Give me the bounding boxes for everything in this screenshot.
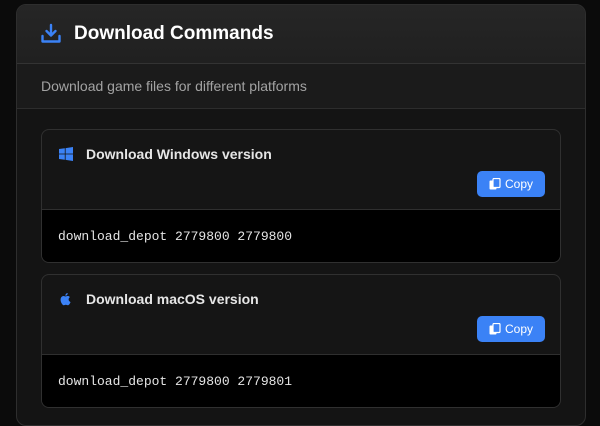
windows-icon bbox=[59, 147, 73, 161]
copy-button[interactable]: Copy bbox=[477, 171, 545, 197]
page-subtitle: Download game files for different platfo… bbox=[41, 78, 307, 94]
panel-header: Download Commands bbox=[17, 5, 585, 64]
command-card-macos: Download macOS version Copy download_dep… bbox=[41, 274, 561, 408]
card-title-row: Download macOS version bbox=[59, 291, 259, 307]
page-title: Download Commands bbox=[74, 23, 274, 44]
copy-button-label: Copy bbox=[504, 177, 533, 191]
command-code-block: download_depot 2779800 2779801 bbox=[42, 355, 560, 407]
command-text: download_depot 2779800 2779801 bbox=[58, 373, 293, 389]
copy-button-label: Copy bbox=[504, 322, 533, 336]
command-code-block: download_depot 2779800 2779800 bbox=[42, 210, 560, 262]
download-commands-panel: Download Commands Download game files fo… bbox=[16, 4, 586, 426]
card-title: Download Windows version bbox=[86, 146, 272, 162]
copy-icon bbox=[489, 178, 501, 190]
apple-icon bbox=[59, 292, 73, 306]
command-text: download_depot 2779800 2779800 bbox=[58, 228, 293, 244]
command-list: Download Windows version Copy download_d… bbox=[17, 109, 585, 408]
card-title-row: Download Windows version bbox=[59, 146, 272, 162]
download-icon bbox=[40, 23, 62, 45]
card-header: Download macOS version Copy bbox=[42, 275, 560, 355]
command-card-windows: Download Windows version Copy download_d… bbox=[41, 129, 561, 263]
copy-button[interactable]: Copy bbox=[477, 316, 545, 342]
card-title: Download macOS version bbox=[86, 291, 259, 307]
subtitle-bar: Download game files for different platfo… bbox=[17, 64, 585, 109]
copy-icon bbox=[489, 323, 501, 335]
card-header: Download Windows version Copy bbox=[42, 130, 560, 210]
